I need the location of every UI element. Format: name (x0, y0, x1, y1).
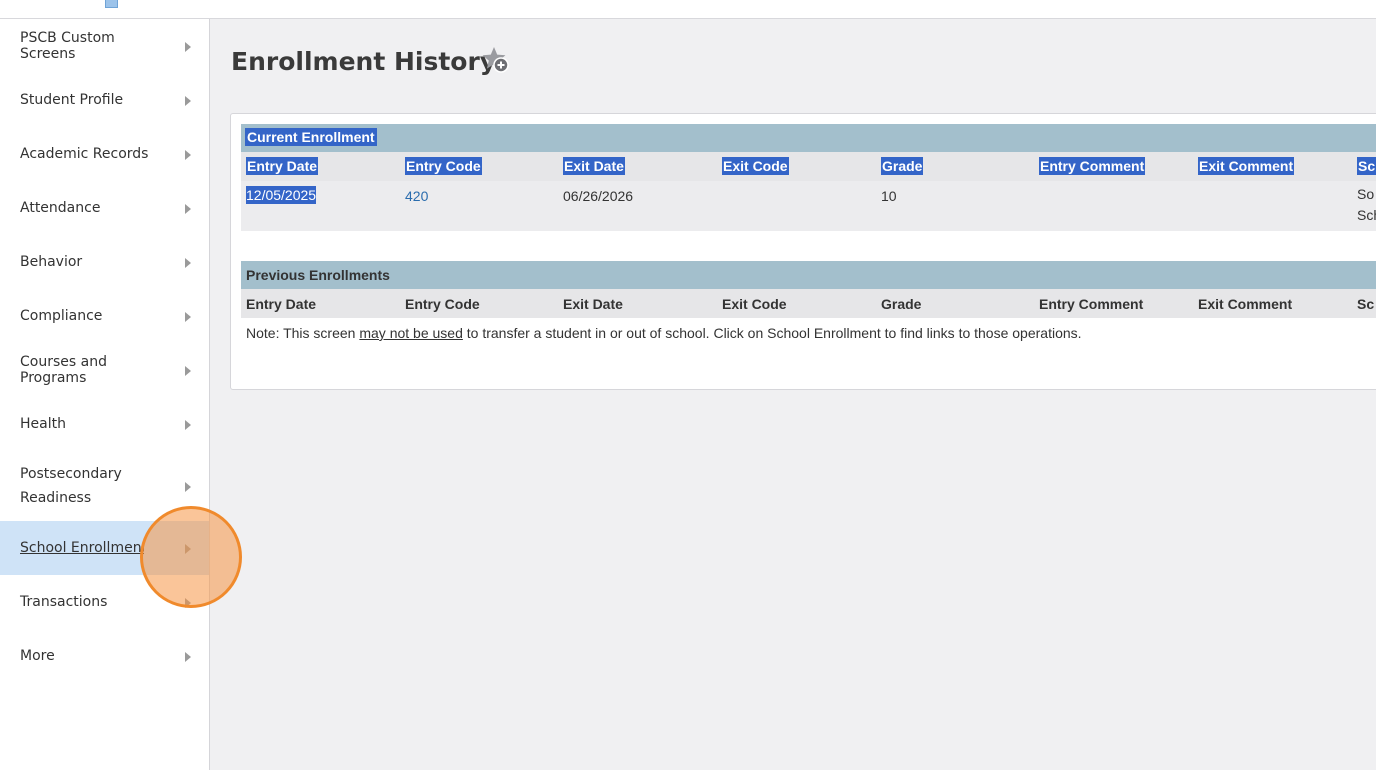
col-grade: Grade (881, 296, 922, 312)
chevron-right-icon (185, 652, 191, 662)
section-title: Current Enrollment (245, 128, 377, 146)
sidebar-item-label: Behavior (20, 254, 83, 270)
sidebar-item-label: More (20, 648, 55, 664)
sidebar-nav: PSCB Custom Screens Student Profile Acad… (0, 19, 210, 770)
col-school: Sc (1357, 296, 1375, 312)
chevron-right-icon (185, 420, 191, 430)
sidebar-item-label: Academic Records (20, 146, 149, 162)
grade-value: 10 (881, 188, 897, 204)
sidebar-item-courses-and-programs[interactable]: Courses and Programs (0, 343, 209, 397)
sidebar-item-label: Postsecondary Readiness (20, 466, 122, 506)
col-exit-comment: Exit Comment (1198, 296, 1293, 312)
transfer-note: Note: This screen may not be used to tra… (246, 325, 1082, 341)
col-exit-date: Exit Date (563, 296, 623, 312)
chevron-right-icon (185, 366, 191, 376)
sidebar-item-attendance[interactable]: Attendance (0, 181, 209, 235)
previous-column-headers: Entry Date Entry Code Exit Date Exit Cod… (241, 289, 1376, 318)
note-prefix: Note: This screen (246, 325, 360, 341)
sidebar-item-more[interactable]: More (0, 629, 209, 683)
col-entry-comment: Entry Comment (1039, 296, 1144, 312)
note-suffix: to transfer a student in or out of schoo… (462, 325, 1082, 341)
previous-enrollments-header: Previous Enrollments (241, 261, 1376, 289)
exit-date-value: 06/26/2026 (563, 188, 634, 204)
enrollment-panel: Current Enrollment Entry Date Entry Code… (230, 113, 1376, 390)
col-entry-date: Entry Date (246, 296, 317, 312)
col-exit-code: Exit Code (722, 296, 787, 312)
chevron-right-icon (185, 96, 191, 106)
sidebar-item-school-enrollment[interactable]: School Enrollment (0, 521, 209, 575)
sidebar-item-pscb-custom-screens[interactable]: PSCB Custom Screens (0, 19, 209, 73)
sidebar-item-label: PSCB Custom Screens (20, 30, 115, 62)
main-content: Enrollment History Current Enrollment En… (210, 19, 1376, 770)
chevron-right-icon (185, 204, 191, 214)
table-row: 12/05/2025 420 06/26/2026 10 So Sch (241, 181, 1376, 231)
chevron-right-icon (185, 482, 191, 492)
sidebar-item-compliance[interactable]: Compliance (0, 289, 209, 343)
note-emphasis: may not be used (359, 325, 463, 341)
chevron-right-icon (185, 312, 191, 322)
sidebar-item-postsecondary-readiness[interactable]: Postsecondary Readiness (0, 451, 209, 521)
col-entry-date: Entry Date (246, 157, 319, 175)
sidebar-item-label: Compliance (20, 308, 103, 324)
sidebar-item-label: Attendance (20, 200, 101, 216)
school-line-2: Sch (1357, 207, 1376, 223)
section-title: Previous Enrollments (246, 267, 390, 283)
current-column-headers: Entry Date Entry Code Exit Date Exit Cod… (241, 152, 1376, 181)
current-enrollment-header: Current Enrollment (241, 124, 1376, 152)
sidebar-item-transactions[interactable]: Transactions (0, 575, 209, 629)
school-value: So Sch (1357, 184, 1376, 226)
bookmark-icon[interactable] (105, 0, 118, 8)
sidebar-item-label: School Enrollment (20, 540, 144, 556)
sidebar-item-label: Transactions (20, 594, 108, 610)
page-title: Enrollment History (231, 47, 497, 76)
chevron-right-icon (185, 150, 191, 160)
sidebar-item-label: Health (20, 416, 66, 432)
sidebar-item-academic-records[interactable]: Academic Records (0, 127, 209, 181)
col-entry-comment: Entry Comment (1039, 157, 1146, 175)
chevron-right-icon (185, 258, 191, 268)
col-exit-date: Exit Date (563, 157, 625, 175)
col-exit-code: Exit Code (722, 157, 789, 175)
top-bar (0, 0, 1376, 19)
chevron-right-icon (185, 544, 191, 554)
sidebar-item-student-profile[interactable]: Student Profile (0, 73, 209, 127)
col-entry-code: Entry Code (405, 157, 482, 175)
school-line-1: So (1357, 186, 1375, 202)
sidebar-item-label: Courses and Programs (20, 354, 107, 386)
sidebar-item-health[interactable]: Health (0, 397, 209, 451)
chevron-right-icon (185, 42, 191, 52)
col-exit-comment: Exit Comment (1198, 157, 1295, 175)
star-add-icon[interactable] (481, 45, 511, 75)
sidebar-item-label: Student Profile (20, 92, 124, 108)
entry-code-link[interactable]: 420 (405, 188, 428, 204)
col-school: Sc (1357, 157, 1376, 175)
col-entry-code: Entry Code (405, 296, 480, 312)
entry-date-value: 12/05/2025 (246, 186, 317, 204)
chevron-right-icon (185, 598, 191, 608)
sidebar-item-behavior[interactable]: Behavior (0, 235, 209, 289)
col-grade: Grade (881, 157, 924, 175)
